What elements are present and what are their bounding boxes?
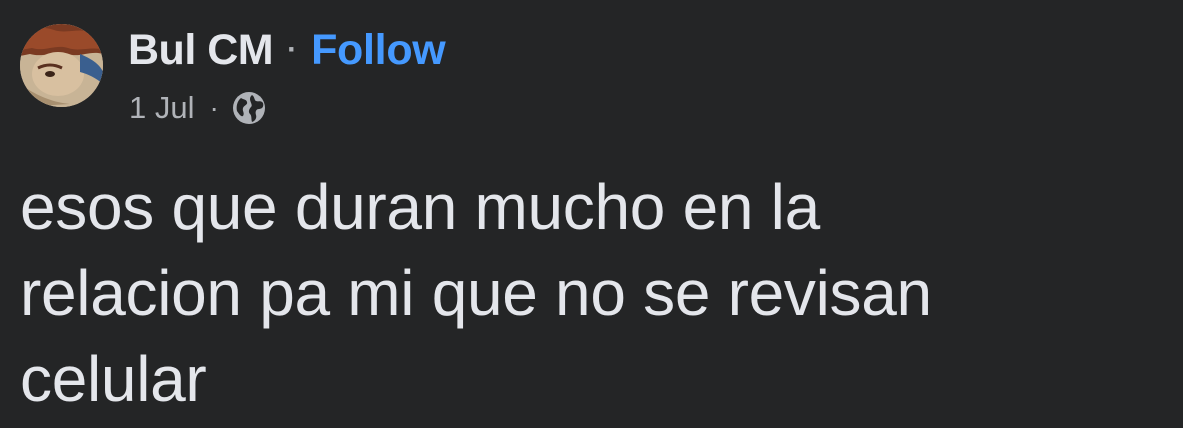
author-name[interactable]: Bul CM <box>128 26 274 75</box>
avatar[interactable] <box>20 24 103 107</box>
post-header: Bul CM · Follow <box>128 24 446 76</box>
post-text-line: relacion pa mi que no se revisan <box>20 257 932 329</box>
meta-separator: · <box>209 92 219 123</box>
post-date[interactable]: 1 Jul <box>129 90 194 126</box>
post-card: Bul CM · Follow 1 Jul · esos que duran m… <box>0 0 1183 428</box>
avatar-image <box>20 24 103 107</box>
post-text-line: celular <box>20 343 207 415</box>
globe-icon[interactable] <box>231 90 267 126</box>
header-separator: · <box>287 33 298 66</box>
follow-button[interactable]: Follow <box>311 26 446 75</box>
post-text: esos que duran mucho en la relacion pa m… <box>20 164 1170 422</box>
post-meta: 1 Jul · <box>129 86 267 130</box>
post-text-line: esos que duran mucho en la <box>20 171 820 243</box>
